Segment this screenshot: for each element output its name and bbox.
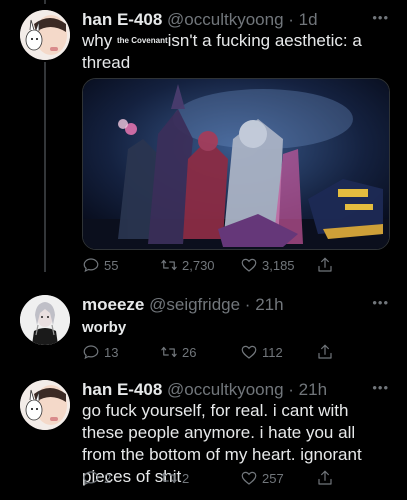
- like-button[interactable]: 3,185: [240, 256, 295, 274]
- reply-button[interactable]: 2: [82, 469, 111, 487]
- tweet-text: worby: [82, 319, 127, 336]
- like-count: 3,185: [262, 257, 295, 273]
- timestamp[interactable]: 21h: [299, 380, 327, 399]
- reply-button[interactable]: 55: [82, 256, 118, 274]
- timestamp[interactable]: 21h: [255, 295, 283, 314]
- display-name[interactable]: han E-408: [82, 380, 162, 399]
- share-button[interactable]: [316, 256, 338, 274]
- like-icon: [241, 345, 257, 359]
- retweet-icon: [161, 346, 177, 358]
- tweet-1[interactable]: han E-408 @occultkyoong · 1d ••• why the…: [0, 0, 407, 285]
- retweet-icon: [161, 472, 177, 484]
- avatar[interactable]: [20, 10, 70, 60]
- reply-icon: [83, 258, 99, 273]
- tweet-header: moeeze @seigfridge · 21h: [82, 295, 284, 315]
- avatar[interactable]: [20, 380, 70, 430]
- like-icon: [241, 258, 257, 272]
- display-name[interactable]: moeeze: [82, 295, 144, 314]
- reply-count: 2: [104, 470, 112, 486]
- tweet-header: han E-408 @occultkyoong · 1d: [82, 10, 318, 30]
- reply-icon: [83, 471, 99, 486]
- share-icon: [318, 344, 332, 359]
- like-count: 112: [262, 344, 283, 360]
- inline-tag: the Covenant: [116, 36, 168, 45]
- timestamp[interactable]: 1d: [299, 10, 318, 29]
- media-image[interactable]: [82, 78, 390, 250]
- retweet-button[interactable]: 26: [160, 343, 196, 361]
- avatar[interactable]: [20, 295, 70, 345]
- share-icon: [318, 257, 332, 272]
- tweet-text: why the Covenantisn't a fucking aestheti…: [82, 30, 382, 74]
- reply-button[interactable]: 13: [82, 343, 118, 361]
- tweet-text-before: why: [82, 31, 117, 50]
- tweet-header: han E-408 @occultkyoong · 21h: [82, 380, 327, 400]
- retweet-button[interactable]: 2,730: [160, 256, 215, 274]
- tweet-actions: 13 26 112: [82, 343, 382, 363]
- reply-icon: [83, 345, 99, 360]
- reply-count: 13: [104, 344, 119, 360]
- more-icon[interactable]: •••: [372, 295, 389, 310]
- tweet-actions: 55 2,730 3,185: [82, 256, 382, 276]
- tweet-3[interactable]: han E-408 @occultkyoong · 21h ••• go fuc…: [0, 370, 407, 500]
- retweet-count: 26: [182, 344, 197, 360]
- handle[interactable]: @seigfridge: [149, 295, 240, 314]
- separator-dot: ·: [283, 10, 299, 29]
- display-name[interactable]: han E-408: [82, 10, 162, 29]
- share-icon: [318, 470, 332, 485]
- like-count: 257: [262, 470, 284, 486]
- like-button[interactable]: 112: [240, 343, 283, 361]
- handle[interactable]: @occultkyoong: [167, 380, 284, 399]
- separator-dot: ·: [240, 295, 256, 314]
- like-icon: [241, 471, 257, 485]
- retweet-count: 2: [182, 470, 190, 486]
- retweet-count: 2,730: [182, 257, 215, 273]
- more-icon[interactable]: •••: [372, 10, 389, 25]
- more-icon[interactable]: •••: [372, 380, 389, 395]
- separator-dot: ·: [283, 380, 299, 399]
- handle[interactable]: @occultkyoong: [167, 10, 284, 29]
- like-button[interactable]: 257: [240, 469, 284, 487]
- reply-count: 55: [104, 257, 119, 273]
- retweet-button[interactable]: 2: [160, 469, 189, 487]
- tweet-actions: 2 2 257: [82, 469, 382, 489]
- share-button[interactable]: [316, 343, 338, 361]
- share-button[interactable]: [316, 469, 338, 487]
- tweet-2[interactable]: moeeze @seigfridge · 21h ••• worby 13 26…: [0, 285, 407, 370]
- retweet-icon: [161, 259, 177, 271]
